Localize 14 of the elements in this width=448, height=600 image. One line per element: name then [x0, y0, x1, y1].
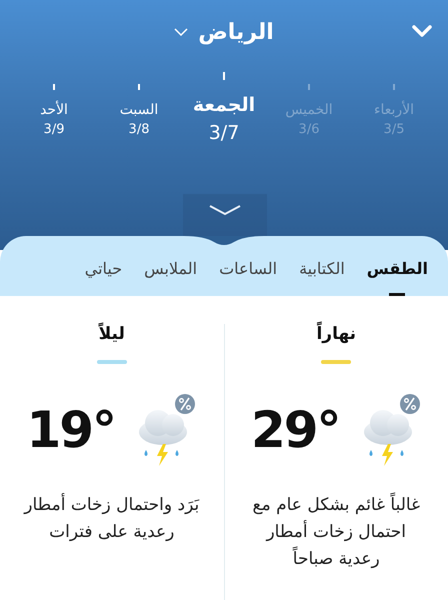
- city-selector[interactable]: الرياض: [174, 20, 274, 44]
- weather-description: غالباً غائم بشكل عام مع احتمال زخات أمطار رعدية صباحاً: [224, 492, 448, 573]
- temperature: 29°: [250, 401, 340, 459]
- chevron-down-icon: [174, 28, 188, 36]
- tab[interactable]: الساعات: [219, 248, 278, 296]
- chevron-down-icon: [208, 204, 242, 216]
- tab[interactable]: الملابس: [144, 248, 198, 296]
- tab[interactable]: حياتي: [84, 248, 122, 296]
- weather-description: بَرَد واحتمال زخات أمطار رعدية على فترات: [22, 492, 200, 544]
- tab[interactable]: الكتابية: [299, 248, 345, 296]
- temperature: 19°: [26, 401, 116, 459]
- period-label: ليلاً: [98, 324, 125, 344]
- expand-button[interactable]: [183, 194, 267, 238]
- period-label: نهاراً: [316, 324, 356, 344]
